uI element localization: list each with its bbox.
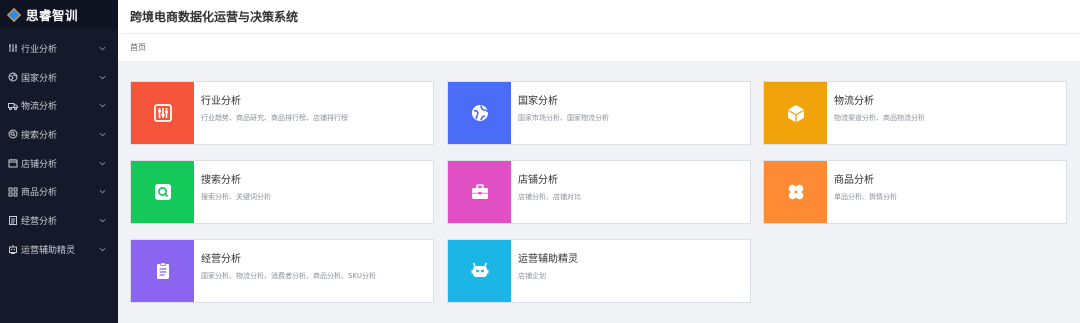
sidebar-item-country[interactable]: 国家分析 [0,63,118,92]
chevron-down-icon [98,216,106,224]
grid-icon [7,186,18,197]
card-assistant[interactable]: 运营辅助精灵 店铺企划 [447,239,751,303]
card-grid: 行业分析 行业趋势、商品研究、商品排行榜、店铺排行榜 国家分析 国家市场分析、国… [118,61,1080,323]
card-description: 国家分析、物流分析、消费者分析、商品分析、SKU分析 [201,272,376,280]
card-logistics[interactable]: 物流分析 物流渠道分析、商品物流分析 [763,81,1067,145]
breadcrumb-home[interactable]: 首页 [130,42,146,53]
sidebar-item-label: 运营辅助精灵 [21,245,76,256]
card-search[interactable]: 搜索分析 搜索分析、关键词分析 [130,160,434,224]
page-title: 跨境电商数据化运营与决策系统 [130,10,299,24]
card-description: 店铺分析、店铺对比 [518,193,581,201]
chevron-down-icon [98,102,106,110]
card-icon-box [448,240,511,302]
globe-icon [471,105,488,121]
sidebar-item-industry[interactable]: 行业分析 [0,34,118,63]
card-description: 国家市场分析、国家物流分析 [518,114,609,122]
sidebar: 思睿智训 行业分析 国家分析 物流分析 搜索分析 店铺分析 商品分析 经营分析 … [0,0,118,323]
sliders-icon [7,43,18,54]
card-description: 物流渠道分析、商品物流分析 [834,114,925,122]
brand-name: 思睿智训 [26,8,79,23]
card-icon-box [131,240,194,302]
clover-icon [788,184,803,200]
chevron-down-icon [98,245,106,253]
sidebar-item-logistics[interactable]: 物流分析 [0,91,118,120]
sidebar-item-assistant[interactable]: 运营辅助精灵 [0,235,118,264]
sidebar-item-label: 店铺分析 [21,159,58,170]
globe-icon [7,72,18,83]
card-title: 经营分析 [201,254,241,265]
card-description: 搜索分析、关键词分析 [201,193,271,201]
search-icon [154,184,171,200]
sidebar-item-label: 经营分析 [21,216,58,227]
robot-icon [7,244,18,255]
clipboard-icon [156,262,169,279]
chevron-down-icon [98,188,106,196]
card-icon-box [764,161,827,223]
card-icon-box [131,82,194,144]
card-title: 物流分析 [834,96,874,107]
logo[interactable]: 思睿智训 [0,0,118,29]
sidebar-item-product[interactable]: 商品分析 [0,177,118,206]
chevron-down-icon [98,73,106,81]
card-description: 行业趋势、商品研究、商品排行榜、店铺排行榜 [201,114,348,122]
sidebar-item-operation[interactable]: 经营分析 [0,206,118,235]
sidebar-menu: 行业分析 国家分析 物流分析 搜索分析 店铺分析 商品分析 经营分析 运营辅助精… [0,34,118,264]
briefcase-icon [471,184,488,199]
sidebar-item-label: 国家分析 [21,73,58,84]
card-country[interactable]: 国家分析 国家市场分析、国家物流分析 [447,81,751,145]
sidebar-item-label: 物流分析 [21,102,58,113]
sliders-icon [153,104,172,122]
sidebar-item-label: 商品分析 [21,188,58,199]
breadcrumb: 首页 [118,33,1080,61]
card-icon-box [131,161,194,223]
card-title: 搜索分析 [201,175,241,186]
cube-icon [787,105,804,122]
clipboard-icon [7,215,18,226]
sidebar-item-label: 搜索分析 [21,130,58,141]
card-description: 单品分析、舆情分析 [834,193,897,201]
card-shop[interactable]: 店铺分析 店铺分析、店铺对比 [447,160,751,224]
chevron-down-icon [98,159,106,167]
card-operation[interactable]: 经营分析 国家分析、物流分析、消费者分析、商品分析、SKU分析 [130,239,434,303]
chevron-down-icon [98,130,106,138]
card-description: 店铺企划 [518,272,546,280]
card-icon-box [448,161,511,223]
card-icon-box [448,82,511,144]
search-icon [7,129,18,140]
robot-icon [471,262,488,277]
top-header: 跨境电商数据化运营与决策系统 [118,0,1080,33]
card-icon-box [764,82,827,144]
card-title: 国家分析 [518,96,558,107]
card-title: 店铺分析 [518,175,558,186]
card-industry[interactable]: 行业分析 行业趋势、商品研究、商品排行榜、店铺排行榜 [130,81,434,145]
truck-icon [7,100,18,111]
sidebar-item-label: 行业分析 [21,44,58,55]
card-product[interactable]: 商品分析 单品分析、舆情分析 [763,160,1067,224]
shop-icon [7,158,18,169]
chevron-down-icon [98,44,106,52]
card-title: 商品分析 [834,175,874,186]
logo-icon [6,7,22,23]
sidebar-item-shop[interactable]: 店铺分析 [0,149,118,178]
card-title: 行业分析 [201,96,241,107]
sidebar-item-search[interactable]: 搜索分析 [0,120,118,149]
card-title: 运营辅助精灵 [518,254,578,265]
